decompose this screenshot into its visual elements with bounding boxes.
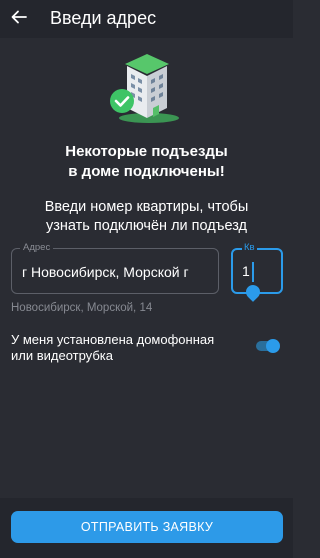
address-label: Адрес (20, 242, 54, 254)
headline-line: в доме подключены! (68, 163, 225, 180)
hint-text: Введи номер квартиры, чтобы узнать подкл… (0, 198, 293, 236)
app-bar: Введи адрес (0, 0, 293, 38)
apartment-label: Кв (242, 242, 257, 254)
hint-line: Введи номер квартиры, чтобы (44, 199, 249, 215)
intercom-label-line: или видеотрубка (11, 348, 113, 363)
address-suggestion[interactable]: Новосибирск, Морской, 14 (11, 302, 152, 314)
back-button[interactable] (6, 6, 32, 32)
text-caret (252, 262, 254, 282)
building-check-icon (105, 52, 185, 124)
intercom-toggle[interactable] (256, 339, 280, 353)
hint-line: узнать подключён ли подъезд (45, 218, 248, 234)
caret-handle[interactable] (243, 282, 263, 302)
apartment-field[interactable]: Кв 1 (231, 242, 283, 302)
page-title: Введи адрес (50, 8, 157, 28)
apartment-input[interactable]: 1 (242, 263, 250, 279)
headline-line: Некоторые подъезды (65, 143, 228, 160)
intercom-toggle-label: У меня установлена домофонная или видеот… (11, 332, 236, 364)
intercom-label-line: У меня установлена домофонная (11, 332, 215, 347)
toggle-thumb (266, 339, 280, 353)
address-field[interactable]: Адрес г Новосибирск, Морской г (11, 242, 219, 294)
submit-request-button[interactable]: ОТПРАВИТЬ ЗАЯВКУ (11, 511, 283, 543)
arrow-left-icon (11, 10, 27, 29)
headline: Некоторые подъезды в доме подключены! (0, 142, 293, 182)
bottom-bar: ОТПРАВИТЬ ЗАЯВКУ (0, 498, 293, 558)
address-input[interactable]: г Новосибирск, Морской г (22, 264, 214, 280)
